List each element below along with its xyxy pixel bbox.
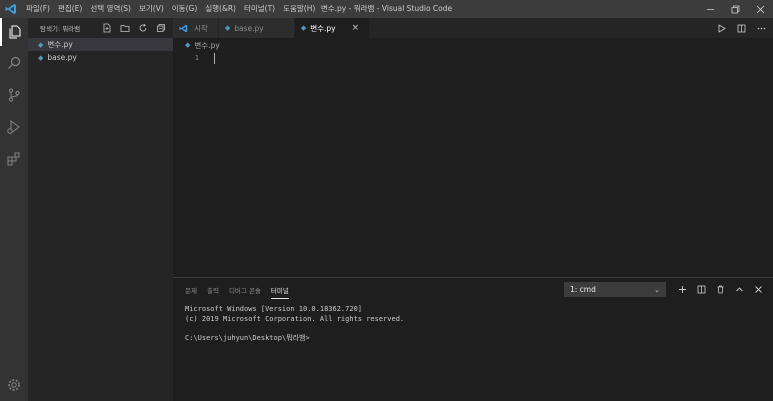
- source-control-icon[interactable]: [0, 81, 28, 109]
- window-controls: [698, 0, 773, 18]
- file-item-base[interactable]: ◆ base.py: [28, 51, 173, 64]
- gear-icon[interactable]: [0, 371, 28, 399]
- editor-tabs: 시작 ◆ base.py ◆ 변수.py ×: [173, 18, 773, 38]
- editor-actions: [715, 18, 767, 38]
- menu-view[interactable]: 보기(V): [135, 0, 168, 18]
- close-panel-icon[interactable]: [753, 283, 763, 297]
- chevron-down-icon: ⌄: [654, 286, 660, 294]
- tab-debug-console[interactable]: 디버그 콘솔: [229, 282, 261, 298]
- breadcrumb[interactable]: ◆ 변수.py: [173, 38, 773, 52]
- tab-label: 시작: [194, 23, 208, 33]
- file-name: base.py: [47, 53, 77, 62]
- tab-variables-py[interactable]: ◆ 변수.py ×: [294, 18, 371, 38]
- terminal-prompt: C:\Users\juhyun\Desktop\뭐라뱀>: [185, 333, 310, 342]
- more-actions-icon[interactable]: [755, 21, 767, 35]
- text-cursor: [214, 52, 215, 64]
- split-terminal-icon[interactable]: [696, 283, 706, 297]
- explorer-icon[interactable]: [0, 18, 28, 46]
- terminal-line: (c) 2019 Microsoft Corporation. All righ…: [185, 314, 405, 323]
- run-debug-icon[interactable]: [0, 113, 28, 141]
- code-editor[interactable]: ◆ 변수.py 1: [173, 38, 773, 277]
- minimize-button[interactable]: [698, 0, 723, 18]
- collapse-all-icon[interactable]: [155, 21, 167, 35]
- python-icon: ◆: [300, 24, 307, 32]
- menu-go[interactable]: 이동(G): [168, 0, 201, 18]
- tab-label: 변수.py: [310, 23, 336, 33]
- close-tab-icon[interactable]: ×: [352, 23, 360, 33]
- tab-output[interactable]: 출력: [207, 282, 219, 298]
- panel-actions: [677, 282, 763, 297]
- new-folder-icon[interactable]: [119, 21, 131, 35]
- menu-bar: 파일(F) 편집(E) 선택 영역(S) 보기(V) 이동(G) 실행(&R) …: [22, 0, 319, 18]
- file-item-variables[interactable]: ◆ 변수.py: [28, 38, 173, 51]
- python-icon: ◆: [185, 41, 191, 49]
- extensions-icon[interactable]: [0, 145, 28, 173]
- vscode-logo-icon: [0, 0, 22, 18]
- refresh-icon[interactable]: [137, 21, 149, 35]
- tab-problems[interactable]: 문제: [185, 282, 197, 298]
- menu-edit[interactable]: 편집(E): [54, 0, 86, 18]
- menu-run[interactable]: 실행(&R): [201, 0, 240, 18]
- file-name: 변수.py: [47, 40, 73, 49]
- menu-selection[interactable]: 선택 영역(S): [86, 0, 135, 18]
- explorer-sidebar: 탐색기: 뭐라뱀 ◆ 변수.py ◆ base.py: [28, 18, 173, 401]
- python-file-icon: ◆: [38, 40, 44, 49]
- tab-terminal[interactable]: 터미널: [270, 282, 289, 299]
- close-window-button[interactable]: [748, 0, 773, 18]
- breadcrumb-file: 변수.py: [194, 40, 220, 50]
- menu-terminal[interactable]: 터미널(T): [240, 0, 279, 18]
- code-line[interactable]: 1: [173, 52, 215, 64]
- maximize-panel-icon[interactable]: [734, 283, 744, 297]
- restore-button[interactable]: [723, 0, 748, 18]
- terminal-line: Microsoft Windows [Version 10.0.18362.72…: [185, 305, 363, 313]
- title-bar: 파일(F) 편집(E) 선택 영역(S) 보기(V) 이동(G) 실행(&R) …: [0, 0, 773, 18]
- activity-bar: [0, 18, 28, 401]
- terminal-select[interactable]: 1: cmd ⌄: [564, 282, 666, 297]
- menu-help[interactable]: 도움말(H): [279, 0, 319, 18]
- python-file-icon: ◆: [38, 53, 44, 62]
- terminal-select-value: 1: cmd: [570, 285, 596, 294]
- explorer-actions: [101, 21, 167, 35]
- tab-label: base.py: [234, 23, 264, 33]
- trash-icon[interactable]: [715, 283, 725, 297]
- terminal-output[interactable]: Microsoft Windows [Version 10.0.18362.72…: [185, 305, 404, 343]
- menu-file[interactable]: 파일(F): [22, 0, 54, 18]
- line-number: 1: [194, 54, 199, 62]
- search-icon[interactable]: [0, 49, 28, 77]
- tab-welcome[interactable]: 시작: [173, 18, 219, 38]
- run-file-icon[interactable]: [715, 21, 727, 35]
- new-file-icon[interactable]: [101, 21, 113, 35]
- vscode-icon: [179, 24, 188, 33]
- new-terminal-icon[interactable]: [677, 283, 687, 297]
- bottom-panel: 문제 출력 디버그 콘솔 터미널 1: cmd ⌄ Microsoft Wind…: [173, 277, 773, 401]
- split-editor-icon[interactable]: [735, 21, 747, 35]
- tab-base-py[interactable]: ◆ base.py: [218, 18, 295, 38]
- python-icon: ◆: [224, 24, 231, 32]
